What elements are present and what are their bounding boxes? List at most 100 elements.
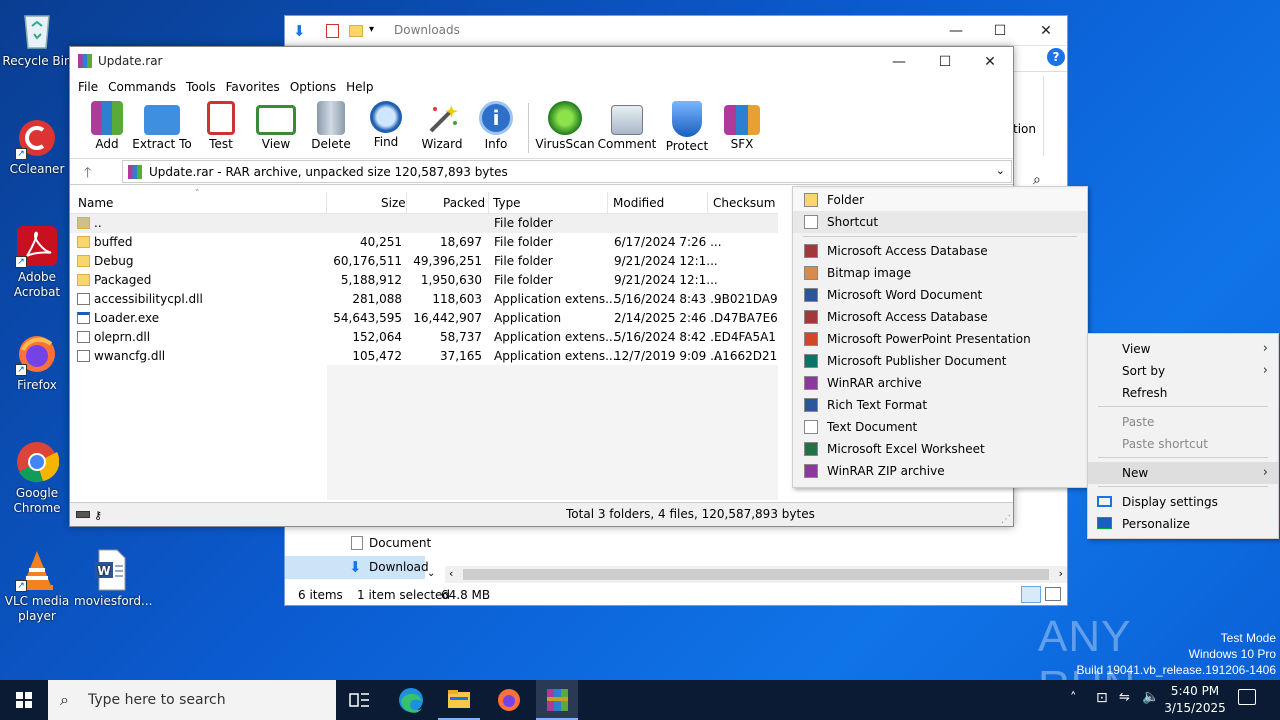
menu-item-personalize[interactable]: Personalize [1088,513,1278,535]
close-button[interactable]: ✕ [967,47,1013,77]
desktop-icon-ccleaner[interactable]: ↗ CCleaner [0,116,74,177]
new-menu-item[interactable]: WinRAR archive [793,372,1087,394]
details-view-icon[interactable] [1021,586,1041,603]
network-icon[interactable]: ⊡ [1096,690,1108,706]
new-menu-item[interactable]: Microsoft Access Database [793,240,1087,262]
wizard-button[interactable]: Wizard [414,97,470,151]
chevron-down-icon[interactable]: ▾ [369,24,374,35]
menu-item-refresh[interactable]: Refresh [1088,382,1278,404]
usb-icon[interactable]: ⇋ [1119,690,1130,705]
table-row[interactable]: .. File folder [70,214,778,233]
minimize-button[interactable]: — [933,16,979,46]
explorer-titlebar[interactable]: ⬇ ▾ Downloads — ☐ ✕ [285,16,1067,46]
table-row[interactable]: Loader.exe 54,643,595 16,442,907 Applicatio… [70,309,778,328]
maximize-button[interactable]: ☐ [977,16,1023,46]
new-menu-item[interactable]: Rich Text Format [793,394,1087,416]
new-menu-item[interactable]: Microsoft Publisher Document [793,350,1087,372]
table-row[interactable]: buffed 40,251 18,697 File folder 6/17/2024 7… [70,233,778,252]
find-button[interactable]: Find [358,97,414,149]
scroll-thumb[interactable] [463,569,1049,580]
nav-item-documents[interactable]: Document [285,532,431,555]
help-icon[interactable]: ? [1047,48,1065,66]
show-hidden-icons-chevron-icon[interactable]: ˄ [1070,691,1077,706]
desktop-icon-vlc[interactable]: ↗ VLC media player [0,548,74,624]
sfx-button[interactable]: SFX [715,97,769,151]
scroll-left-icon[interactable]: ‹ [449,567,453,580]
table-row[interactable]: Debug 60,176,511 49,396,251 File folder 9/21… [70,252,778,271]
folder-icon[interactable] [349,25,363,37]
horizontal-scrollbar[interactable]: ‹ › [445,566,1067,583]
menu-options[interactable]: Options [288,80,344,94]
nav-item-downloads[interactable]: ⬇ Download [285,556,429,579]
new-menu-item[interactable]: WinRAR ZIP archive [793,460,1087,482]
new-menu-item[interactable]: Microsoft PowerPoint Presentation [793,328,1087,350]
quick-access-down-icon[interactable]: ⬇ [293,22,306,40]
add-button[interactable]: Add [84,97,130,151]
column-name[interactable]: Name [78,196,113,210]
resize-grip-icon[interactable]: ⋰ [1001,514,1011,525]
drive-icon[interactable] [76,511,90,518]
column-size[interactable]: Size [381,196,406,210]
taskbar-edge[interactable] [390,680,432,720]
desktop-icon-word-document[interactable]: W moviesford... [74,548,152,609]
desktop-icon-recycle-bin[interactable]: Recycle Bin [0,8,74,69]
menu-item-paste[interactable]: Paste [1088,411,1278,433]
minimize-button[interactable]: — [876,47,922,77]
winrar-titlebar[interactable]: Update.rar — ☐ ✕ [70,47,1013,77]
file-list-empty-area[interactable] [327,365,778,500]
taskbar-search-box[interactable]: ⌕ Type here to search [48,680,336,720]
table-row[interactable]: wwancfg.dll 105,472 37,165 Application exte… [70,347,778,366]
comment-button[interactable]: Comment [595,97,659,151]
table-row[interactable]: accessibilitycpl.dll 281,088 118,603 Applic… [70,290,778,309]
new-menu-item[interactable]: Folder [793,189,1087,211]
new-menu-item[interactable]: Shortcut [793,211,1087,233]
new-menu-item[interactable]: Text Document [793,416,1087,438]
menu-item-view[interactable]: View › [1088,338,1278,360]
menu-commands[interactable]: Commands [106,80,184,94]
extract-to-button[interactable]: Extract To [130,97,194,151]
nav-scroll-down-icon[interactable]: ⌄ [427,568,435,579]
desktop-icon-google-chrome[interactable]: Google Chrome [0,440,74,516]
address-field[interactable]: Update.rar - RAR archive, unpacked size … [122,160,1012,183]
protect-button[interactable]: Protect [659,97,715,153]
menu-file[interactable]: File [76,80,106,94]
properties-icon[interactable] [326,24,339,38]
volume-icon[interactable]: 🔈 [1142,689,1159,705]
table-row[interactable]: oleprn.dll 152,064 58,737 Application exten… [70,328,778,347]
taskbar-firefox[interactable] [488,680,530,720]
delete-button[interactable]: Delete [304,97,358,151]
column-type[interactable]: Type [493,196,521,210]
menu-item-sort-by[interactable]: Sort by › [1088,360,1278,382]
start-button[interactable] [0,680,48,720]
test-button[interactable]: Test [194,97,248,151]
close-button[interactable]: ✕ [1023,16,1069,46]
new-menu-item[interactable]: Microsoft Excel Worksheet [793,438,1087,460]
up-folder-icon[interactable]: 🡑 [84,162,91,186]
new-menu-item[interactable]: Bitmap image [793,262,1087,284]
column-modified[interactable]: Modified [613,196,664,210]
desktop-icon-adobe-acrobat[interactable]: ↗ Adobe Acrobat [0,224,74,300]
taskbar-winrar[interactable] [536,680,578,720]
scroll-right-icon[interactable]: › [1059,567,1063,580]
taskbar-file-explorer[interactable] [438,680,480,720]
address-bar[interactable]: 🡑 Update.rar - RAR archive, unpacked siz… [70,159,1013,185]
column-checksum[interactable]: Checksum [713,196,775,210]
table-row[interactable]: Packaged 5,188,912 1,950,630 File folder 9/2… [70,271,778,290]
clock[interactable]: 5:40 PM 3/15/2025 [1164,683,1226,717]
menu-item-new[interactable]: New › [1088,462,1278,484]
task-view-button[interactable] [346,690,372,710]
view-button[interactable]: View [248,97,304,151]
notifications-icon[interactable] [1238,689,1256,705]
menu-item-display-settings[interactable]: Display settings [1088,491,1278,513]
key-icon[interactable]: ⚷ [94,509,102,522]
menu-tools[interactable]: Tools [184,80,224,94]
large-icons-view-icon[interactable] [1045,587,1061,601]
desktop-icon-firefox[interactable]: ↗ Firefox [0,332,74,393]
maximize-button[interactable]: ☐ [922,47,968,77]
menu-help[interactable]: Help [344,80,381,94]
menu-favorites[interactable]: Favorites [224,80,288,94]
new-menu-item[interactable]: Microsoft Word Document [793,284,1087,306]
column-packed[interactable]: Packed [443,196,485,210]
menu-item-paste-shortcut[interactable]: Paste shortcut [1088,433,1278,455]
virusscan-button[interactable]: VirusScan [535,97,595,151]
